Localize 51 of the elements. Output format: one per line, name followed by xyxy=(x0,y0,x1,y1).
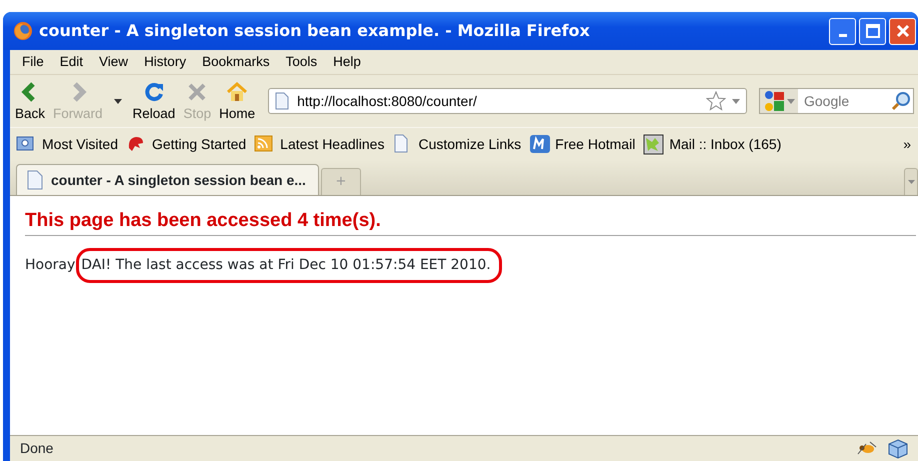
search-field[interactable]: Google xyxy=(802,90,887,112)
firefox-icon xyxy=(13,21,33,41)
back-button[interactable]: Back xyxy=(12,81,48,121)
bookmark-item[interactable]: Getting Started xyxy=(123,134,250,154)
address-bar[interactable]: http://localhost:8080/counter/ xyxy=(268,88,747,114)
address-field[interactable]: http://localhost:8080/counter/ xyxy=(295,90,700,112)
cube-icon[interactable] xyxy=(888,438,908,458)
browser-tab[interactable]: counter - A singleton session bean e... xyxy=(16,164,319,195)
search-icon xyxy=(891,91,911,111)
bookmark-item[interactable]: Free Hotmail xyxy=(526,134,638,154)
close-icon xyxy=(896,24,910,38)
search-bar[interactable]: Google xyxy=(759,88,914,114)
menu-item[interactable]: History xyxy=(136,52,194,72)
caret-icon[interactable] xyxy=(732,98,740,104)
menu-item[interactable]: File xyxy=(14,52,52,72)
page-icon xyxy=(275,92,290,110)
highlighted-message: DAI! The last access was at Fri Dec 10 01:57:54 EET 2010. xyxy=(76,248,502,283)
caret-icon xyxy=(787,98,795,104)
tab-list-button[interactable] xyxy=(904,168,918,195)
menu-item[interactable]: Help xyxy=(325,52,369,72)
menu-item[interactable]: Bookmarks xyxy=(194,52,278,72)
menu-item[interactable]: View xyxy=(91,52,136,72)
caret-icon xyxy=(908,180,914,184)
hotmail-icon xyxy=(529,134,552,154)
bug-icon[interactable] xyxy=(856,438,878,456)
page-heading: This page has been accessed 4 time(s). xyxy=(25,210,916,236)
maximize-button[interactable] xyxy=(859,18,886,44)
bookmark-item[interactable]: Customize Links xyxy=(389,134,524,154)
map-icon xyxy=(643,134,666,154)
page-text: Hooray xyxy=(25,256,76,275)
stop-icon xyxy=(186,81,208,103)
close-button[interactable] xyxy=(889,18,916,44)
bookmark-item[interactable]: Mail :: Inbox (165) xyxy=(640,134,784,154)
page-icon xyxy=(27,170,43,190)
search-engine-icon xyxy=(763,90,785,112)
menu-item[interactable]: Tools xyxy=(278,52,326,72)
reload-icon xyxy=(142,81,165,103)
star-icon[interactable] xyxy=(706,91,726,111)
maximize-icon xyxy=(866,24,880,38)
home-icon xyxy=(226,81,248,103)
overflow-button[interactable]: » xyxy=(900,134,914,154)
status-text: Done xyxy=(20,439,54,458)
window-title: counter - A singleton session bean example. - Mozilla Firefox xyxy=(39,20,590,42)
reload-button[interactable]: Reload xyxy=(130,81,178,121)
home-button[interactable]: Home xyxy=(216,81,258,121)
minimize-icon xyxy=(838,34,846,36)
minimize-button[interactable] xyxy=(829,18,856,44)
caret-icon xyxy=(114,98,122,104)
bookmark-item[interactable]: Most Visited xyxy=(13,134,121,154)
bookmark-item[interactable]: Latest Headlines xyxy=(251,134,388,154)
menu-item[interactable]: Edit xyxy=(52,52,92,72)
